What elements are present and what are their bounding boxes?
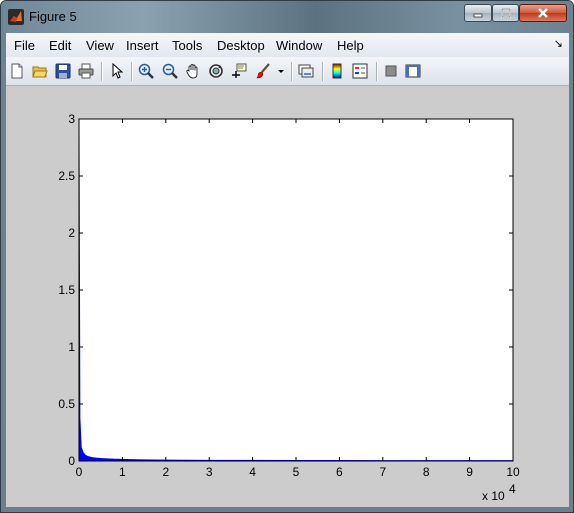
minimize-button[interactable] xyxy=(464,4,492,22)
pan-hand-icon xyxy=(186,64,198,79)
zoom-out-button[interactable] xyxy=(161,62,179,80)
y-tick-label: 2 xyxy=(68,226,75,240)
open-file-icon xyxy=(32,66,48,78)
x-tick-label: 1 xyxy=(119,465,126,479)
x-tick-label: 7 xyxy=(379,465,386,479)
menu-view[interactable]: View xyxy=(86,38,114,53)
y-tick-label: 2.5 xyxy=(58,169,75,183)
insert-colorbar-button[interactable] xyxy=(328,62,346,80)
rotate-3d-icon xyxy=(209,64,223,78)
maximize-button[interactable] xyxy=(492,4,519,22)
dock-figure-icon[interactable]: ↘ xyxy=(554,37,563,50)
x-exponent-label: x 10 xyxy=(482,489,505,503)
print-icon xyxy=(78,63,94,79)
menu-insert[interactable]: Insert xyxy=(126,38,159,53)
close-button[interactable] xyxy=(519,4,567,22)
plot-axes[interactable]: 0 1 2 3 4 5 6 7 8 9 10 0 0.5 1 1.5 2 2.5 3 x 10 4 xyxy=(6,86,569,507)
insert-colorbar-icon xyxy=(332,63,342,79)
menu-desktop[interactable]: Desktop xyxy=(217,38,265,53)
menu-help[interactable]: Help xyxy=(337,38,364,53)
show-plot-tools-icon xyxy=(405,64,421,78)
close-icon xyxy=(538,8,548,18)
x-tick-label: 9 xyxy=(466,465,473,479)
x-exponent-power: 4 xyxy=(509,482,516,496)
link-plot-button[interactable] xyxy=(297,62,315,80)
insert-legend-button[interactable] xyxy=(351,62,369,80)
toolbar-separator xyxy=(291,62,293,81)
toolbar-separator xyxy=(322,62,324,81)
figure-toolbar xyxy=(6,57,569,86)
x-tick-label: 0 xyxy=(76,465,83,479)
pan-button[interactable] xyxy=(184,62,202,80)
matlab-logo-icon xyxy=(8,9,24,25)
save-button[interactable] xyxy=(54,62,72,80)
x-tick-label: 8 xyxy=(423,465,430,479)
toolbar-separator xyxy=(101,62,103,81)
menu-file[interactable]: File xyxy=(14,38,35,53)
menu-bar: File Edit View Insert Tools Desktop Wind… xyxy=(6,33,569,57)
figure-canvas: 0 1 2 3 4 5 6 7 8 9 10 0 0.5 1 1.5 2 2.5 3 x 10 4 xyxy=(6,86,569,507)
data-cursor-button[interactable] xyxy=(230,62,248,80)
window-title: Figure 5 xyxy=(29,9,77,24)
menu-edit[interactable]: Edit xyxy=(49,38,71,53)
new-figure-icon xyxy=(11,63,23,79)
menu-tools[interactable]: Tools xyxy=(172,38,202,53)
title-bar[interactable]: Figure 5 xyxy=(1,1,573,33)
axes-background xyxy=(79,119,513,461)
link-plot-icon xyxy=(298,64,314,78)
new-figure-button[interactable] xyxy=(8,62,26,80)
y-tick-label: 0 xyxy=(68,454,75,468)
show-plot-tools-button[interactable] xyxy=(404,62,422,80)
zoom-in-button[interactable] xyxy=(137,62,155,80)
minimize-icon xyxy=(473,13,483,18)
y-tick-label: 3 xyxy=(68,112,75,126)
edit-plot-button[interactable] xyxy=(108,62,126,80)
x-tick-label: 5 xyxy=(293,465,300,479)
edit-plot-arrow-icon xyxy=(112,63,124,79)
x-tick-label: 6 xyxy=(336,465,343,479)
brush-icon xyxy=(256,63,270,79)
y-tick-label: 1.5 xyxy=(58,283,75,297)
y-tick-label: 0.5 xyxy=(58,397,75,411)
menu-window[interactable]: Window xyxy=(276,38,322,53)
toolbar-separator xyxy=(376,62,378,81)
zoom-in-icon xyxy=(138,63,154,79)
toolbar-separator xyxy=(131,62,133,81)
hide-plot-tools-icon xyxy=(385,65,397,77)
save-icon xyxy=(55,63,71,79)
brush-button[interactable] xyxy=(254,62,272,80)
figure-window: Figure 5 File Edit View Insert Tools Des… xyxy=(0,0,574,513)
x-tick-label: 3 xyxy=(206,465,213,479)
zoom-out-icon xyxy=(162,63,178,79)
x-tick-label: 4 xyxy=(249,465,256,479)
data-cursor-icon xyxy=(232,63,247,78)
maximize-icon xyxy=(500,8,511,18)
print-button[interactable] xyxy=(77,62,95,80)
figure-client-area: File Edit View Insert Tools Desktop Wind… xyxy=(6,33,569,507)
y-tick-label: 1 xyxy=(68,340,75,354)
open-file-button[interactable] xyxy=(31,62,49,80)
insert-legend-icon xyxy=(352,63,368,79)
brush-dropdown-icon xyxy=(278,70,284,73)
x-tick-label: 10 xyxy=(506,465,520,479)
brush-dropdown-button[interactable] xyxy=(276,62,286,80)
x-tick-label: 2 xyxy=(162,465,169,479)
hide-plot-tools-button[interactable] xyxy=(382,62,400,80)
rotate-3d-button[interactable] xyxy=(207,62,225,80)
